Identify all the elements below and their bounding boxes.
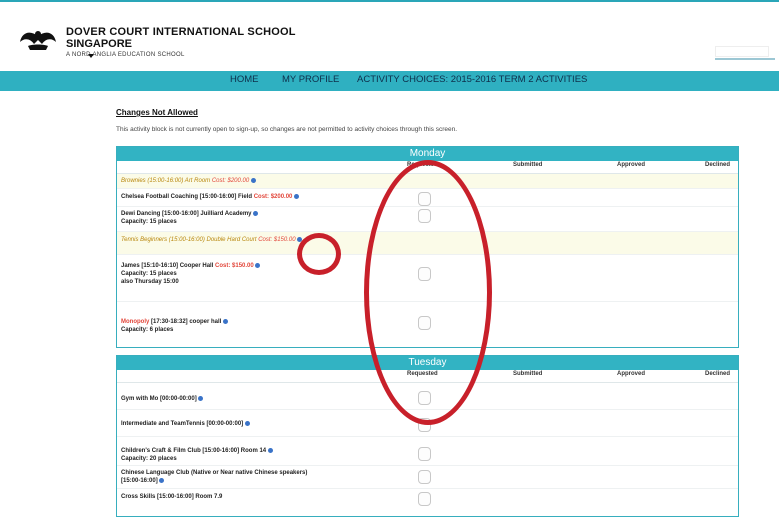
col-approved: Approved [617,162,646,168]
notice-title: Changes Not Allowed [116,108,198,117]
highlight-ellipse [364,160,492,425]
info-icon[interactable] [250,177,256,183]
activity-row: Cross Skills [15:00-16:00] Room 7.9 [117,489,738,506]
activity-label: Gym with Mo [00:00-00:00] [121,395,204,403]
activity-name: Cross Skills [15:00-16:00] Room 7.9 [121,494,223,500]
school-name-line1: DOVER COURT INTERNATIONAL SCHOOL [66,26,296,38]
main-nav: HOME MY PROFILE ACTIVITY CHOICES: 2015-2… [0,71,779,91]
activity-name: James [15:10-16:10] Cooper Hall [121,263,214,269]
request-checkbox[interactable] [418,447,431,461]
nav-my-profile[interactable]: MY PROFILE [282,74,339,85]
activity-capacity: Capacity: 15 places [121,219,177,225]
nav-home[interactable]: HOME [230,74,259,85]
chevron-down-icon[interactable] [88,54,94,58]
activity-row: Chinese Language Club (Native or Near na… [117,466,738,489]
activity-capacity: Capacity: 6 places [121,327,174,333]
notice-section: Changes Not Allowed This activity block … [116,108,736,133]
col-submitted: Submitted [513,371,543,377]
school-crest-logo [20,31,56,50]
top-border [0,0,779,16]
info-icon[interactable] [244,420,250,426]
col-approved: Approved [617,371,646,377]
search-input[interactable] [715,46,769,57]
school-tagline: A NORD ANGLIA EDUCATION SCHOOL [66,52,185,58]
activity-name: Intermediate and TeamTennis [00:00-00:00… [121,421,244,427]
col-submitted: Submitted [513,162,543,168]
info-icon[interactable] [253,210,259,216]
col-declined: Declined [705,371,731,377]
request-checkbox[interactable] [418,470,431,484]
info-icon[interactable] [267,447,273,453]
activity-label: Monopoly [17:30-18:32] cooper hall Capac… [121,318,229,334]
activity-note: also Thursday 15:00 [121,279,179,285]
activity-label: Dewi Dancing [15:00-16:00] Juilliard Aca… [121,210,259,226]
request-checkbox[interactable] [418,492,431,506]
activity-label: Chinese Language Club (Native or Near na… [121,469,307,485]
activity-name: Chelsea Football Coaching [15:00-16:00] … [121,194,253,200]
activity-time: [15:00-16:00] [121,478,158,484]
activity-capacity: Capacity: 15 places [121,271,177,277]
activity-label: Intermediate and TeamTennis [00:00-00:00… [121,420,250,428]
activity-cost: Cost: $150.00 [258,237,296,243]
activity-label: Chelsea Football Coaching [15:00-16:00] … [121,193,300,201]
col-declined: Declined [705,162,731,168]
activity-name: Children's Craft & Film Club [15:00-16:0… [121,448,267,454]
day-header-monday: Monday [117,147,738,161]
info-icon[interactable] [255,262,261,268]
activity-name: [17:30-18:32] cooper hall [149,319,222,325]
highlight-circle [297,233,341,275]
activity-name-highlight: Monopoly [121,319,150,325]
activity-label: Brownies (15:00-16:00) Art Room Cost: $2… [121,177,256,185]
activity-cost: Cost: $150.00 [215,263,254,269]
activity-label: Children's Craft & Film Club [15:00-16:0… [121,447,273,463]
nav-activity-choices[interactable]: ACTIVITY CHOICES: 2015-2016 TERM 2 ACTIV… [357,74,587,85]
activity-cost: Cost: $200.00 [253,194,293,200]
activity-capacity: Capacity: 20 places [121,456,177,462]
info-icon[interactable] [223,318,229,324]
header-underline [715,58,775,60]
school-name-line2: SINGAPORE [66,38,133,50]
site-header: DOVER COURT INTERNATIONAL SCHOOL SINGAPO… [0,16,779,68]
activity-label: Cross Skills [15:00-16:00] Room 7.9 [121,493,222,501]
activity-name: Tennis Beginners (15:00-16:00) Double Ha… [121,237,257,243]
activity-name: Dewi Dancing [15:00-16:00] Juilliard Aca… [121,211,252,217]
info-icon[interactable] [294,193,300,199]
info-icon[interactable] [198,395,204,401]
school-name[interactable]: DOVER COURT INTERNATIONAL SCHOOL SINGAPO… [66,26,296,58]
info-icon[interactable] [159,477,165,483]
activity-cost: Cost: $200.00 [211,178,250,184]
activity-label: James [15:10-16:10] Cooper Hall Cost: $1… [121,262,261,286]
activity-name: Brownies (15:00-16:00) Art Room [121,178,211,184]
activity-name: Gym with Mo [00:00-00:00] [121,396,197,402]
activity-name: Chinese Language Club (Native or Near na… [121,470,308,476]
activity-row: Children's Craft & Film Club [15:00-16:0… [117,437,738,466]
notice-text: This activity block is not currently ope… [116,126,458,133]
activity-label: Tennis Beginners (15:00-16:00) Double Ha… [121,236,303,244]
